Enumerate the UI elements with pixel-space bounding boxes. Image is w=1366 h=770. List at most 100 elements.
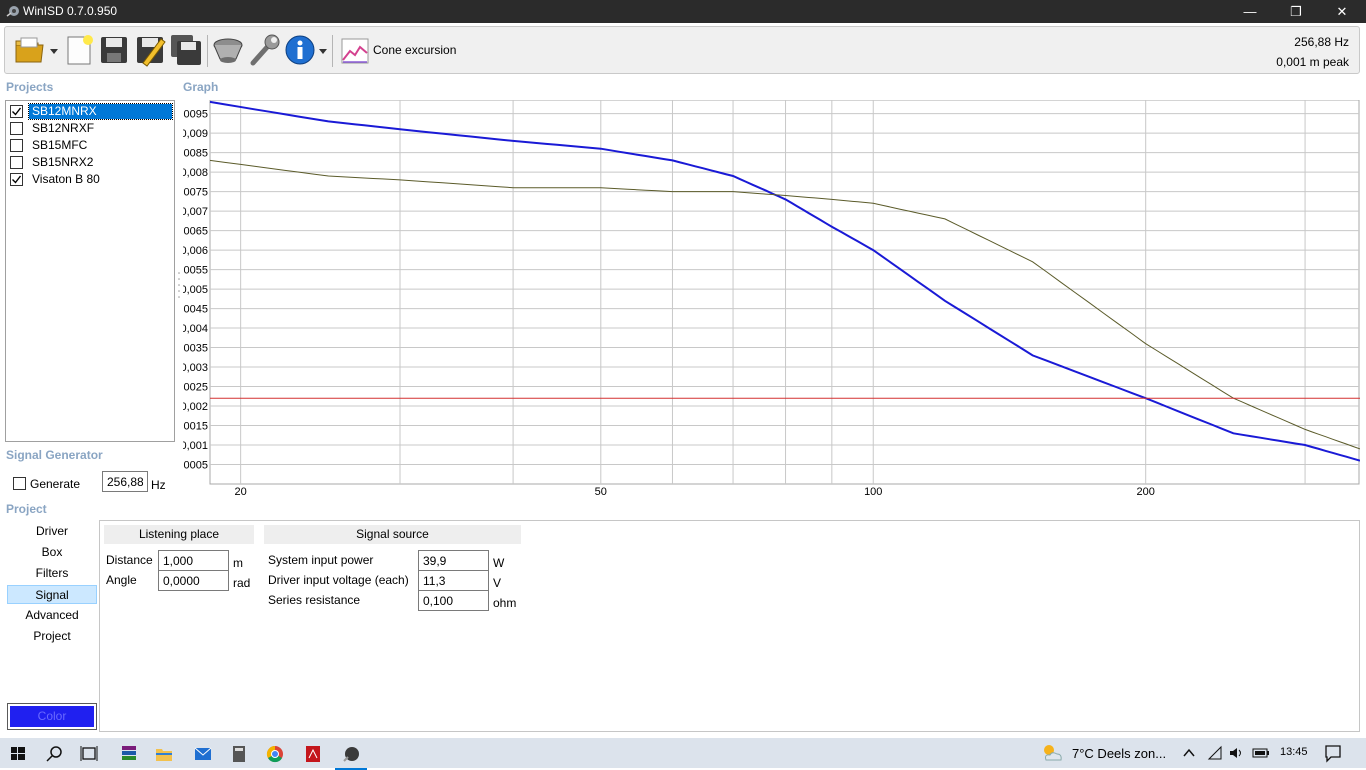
y-tick-label: 0,0025	[183, 382, 208, 394]
chrome-button[interactable]	[259, 741, 291, 767]
new-project-button[interactable]	[62, 33, 96, 67]
project-checkbox[interactable]	[10, 122, 23, 135]
system-input-power-input[interactable]	[418, 550, 489, 571]
save-as-button[interactable]	[133, 33, 167, 67]
info-dropdown-arrow-icon[interactable]	[319, 47, 327, 55]
project-list-item[interactable]: SB12MNRX	[8, 103, 173, 120]
task-view-button[interactable]	[73, 741, 105, 767]
volume-icon[interactable]	[1228, 745, 1244, 761]
tools-wrench-icon	[250, 34, 280, 66]
signal-generator-heading: Signal Generator	[6, 448, 103, 462]
maximize-button[interactable]: ❐	[1273, 0, 1319, 23]
chart-icon	[341, 38, 369, 64]
series-resistance-input[interactable]	[418, 590, 489, 611]
file-explorer-button[interactable]	[148, 741, 180, 767]
project-list-item[interactable]: Visaton B 80	[8, 171, 173, 188]
y-tick-label: 0,0095	[183, 109, 208, 121]
project-checkbox[interactable]	[10, 173, 23, 186]
projects-list[interactable]: SB12MNRX SB12NRXF SB15MFC SB15NRX2 Visaton B…	[5, 100, 175, 442]
graph-type-label[interactable]: Cone excursion	[373, 43, 456, 57]
project-name: SB15MFC	[32, 138, 88, 152]
power-unit: W	[493, 556, 505, 570]
notifications-icon[interactable]	[1323, 743, 1343, 763]
splitter-handle[interactable]	[177, 270, 181, 300]
minimize-button[interactable]: —	[1227, 0, 1273, 23]
y-tick-label: 0,009	[183, 128, 208, 140]
toolbar-separator	[207, 35, 208, 67]
mail-button[interactable]	[187, 741, 219, 767]
save-all-icon	[171, 35, 201, 65]
acrobat-icon	[306, 746, 320, 762]
signal-source-heading: Signal source	[264, 525, 521, 544]
project-list-item[interactable]: SB15MFC	[8, 137, 173, 154]
driver-input-voltage-input[interactable]	[418, 570, 489, 591]
generator-frequency-input[interactable]	[102, 471, 148, 492]
weather-text[interactable]: 7°C Deels zon...	[1072, 746, 1166, 761]
resistance-unit: ohm	[493, 596, 517, 610]
y-tick-label: 0,0035	[183, 343, 208, 355]
search-icon	[46, 746, 62, 762]
y-tick-label: 0,001	[183, 440, 208, 452]
distance-label: Distance	[106, 553, 153, 567]
x-tick-label: 20	[235, 486, 247, 498]
project-checkbox[interactable]	[10, 139, 23, 152]
project-list-item[interactable]: SB15NRX2	[8, 154, 173, 171]
nav-item-signal[interactable]: Signal	[7, 585, 97, 604]
save-button[interactable]	[97, 33, 131, 67]
winrar-icon	[122, 746, 136, 760]
y-tick-label: 0,002	[183, 401, 208, 413]
chrome-icon	[266, 745, 283, 763]
distance-input[interactable]	[158, 550, 229, 571]
y-tick-label: 0,0015	[183, 421, 208, 433]
winisd-taskbar-button[interactable]	[335, 741, 367, 770]
y-tick-label: 0,0075	[183, 187, 208, 199]
open-dropdown-arrow-icon[interactable]	[50, 47, 58, 55]
clock[interactable]: 13:45	[1280, 746, 1308, 758]
tools-button[interactable]	[247, 33, 281, 67]
graph-area[interactable]: 0,0005 0,001 0,0015 0,002 0,0025 0,003 0,0035 0…	[183, 100, 1360, 500]
save-all-button[interactable]	[169, 33, 203, 67]
project-list-item[interactable]: SB12NRXF	[8, 120, 173, 137]
calculator-button[interactable]	[223, 741, 255, 767]
wifi-icon[interactable]	[1207, 745, 1223, 761]
cone-excursion-chart[interactable]: 0,0005 0,001 0,0015 0,002 0,0025 0,003 0,0035 0…	[183, 100, 1360, 500]
driver-input-voltage-label: Driver input voltage (each)	[268, 573, 409, 587]
y-tick-label: 0,003	[183, 362, 208, 374]
nav-item-advanced[interactable]: Advanced	[7, 606, 97, 625]
distance-unit: m	[233, 556, 243, 570]
chevron-up-icon[interactable]	[1182, 746, 1196, 760]
x-tick-label: 100	[864, 486, 882, 498]
graph-type-button[interactable]	[338, 33, 372, 67]
project-name: SB12NRXF	[32, 121, 95, 135]
generate-checkbox[interactable]	[13, 477, 26, 490]
project-checkbox[interactable]	[10, 105, 23, 118]
angle-unit: rad	[233, 576, 251, 590]
save-as-icon	[137, 37, 166, 67]
battery-icon[interactable]	[1252, 745, 1270, 761]
toolbar-separator	[332, 35, 333, 67]
nav-item-box[interactable]: Box	[7, 543, 97, 562]
new-project-icon	[67, 35, 93, 65]
color-swatch: Color	[10, 706, 94, 727]
nav-item-project[interactable]: Project	[7, 627, 97, 646]
driver-editor-button[interactable]	[211, 33, 245, 67]
project-checkbox[interactable]	[10, 156, 23, 169]
weather-icon[interactable]	[1040, 742, 1064, 764]
winrar-button[interactable]	[113, 741, 145, 767]
angle-input[interactable]	[158, 570, 229, 591]
winisd-icon	[343, 747, 359, 762]
info-button[interactable]	[283, 33, 317, 67]
search-button[interactable]	[38, 741, 70, 767]
voltage-unit: V	[493, 576, 502, 590]
nav-item-filters[interactable]: Filters	[7, 564, 97, 583]
open-folder-button[interactable]	[13, 33, 47, 67]
close-button[interactable]: ✕	[1319, 0, 1365, 23]
nav-item-driver[interactable]: Driver	[7, 522, 97, 541]
color-button[interactable]: Color	[7, 703, 97, 730]
start-button[interactable]	[2, 741, 34, 767]
listening-place-heading: Listening place	[104, 525, 254, 544]
projects-heading: Projects	[6, 80, 54, 94]
open-folder-icon	[15, 37, 44, 63]
project-name: Visaton B 80	[32, 172, 100, 186]
acrobat-button[interactable]	[297, 741, 329, 767]
